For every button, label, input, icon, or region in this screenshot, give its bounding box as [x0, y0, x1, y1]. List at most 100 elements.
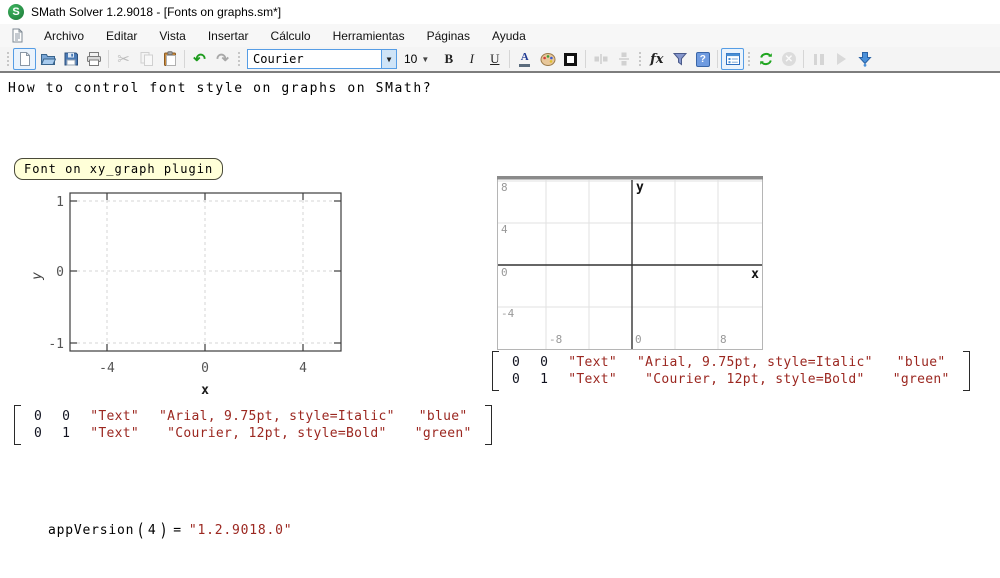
graph-2d-region[interactable]: 8 4 0 -4 -8 0 8 y x	[497, 176, 763, 350]
font-family-value: Courier	[253, 52, 304, 66]
copy-button[interactable]	[135, 48, 158, 70]
italic-button[interactable]: I	[460, 48, 483, 70]
document-icon	[10, 28, 25, 43]
funnel-icon	[672, 51, 688, 67]
left-plot-ylabel: y	[30, 272, 45, 281]
right-plot-ytick: 0	[501, 266, 508, 279]
color-bar	[519, 64, 530, 67]
matrix-row: 0 0 "Text" "Arial, 9.75pt, style=Italic"…	[502, 354, 960, 371]
toolbar: ✂ ↶ ↷ Courier ▼ 10	[0, 47, 1000, 73]
step-down-arrow-icon	[857, 51, 873, 67]
menu-insertar[interactable]: Insertar	[197, 26, 260, 46]
right-plot-xtick: 0	[635, 333, 642, 346]
left-plot-ytick: 1	[56, 195, 64, 210]
underline-button[interactable]: U	[483, 48, 506, 70]
equals-sign: =	[173, 523, 182, 538]
stop-button[interactable]: ✕	[777, 48, 800, 70]
left-plot-xtick: 0	[201, 361, 209, 376]
open-button[interactable]	[36, 48, 59, 70]
refresh-icon	[758, 51, 774, 67]
options-dialog-button[interactable]	[721, 48, 744, 70]
chevron-down-icon[interactable]: ▼	[381, 50, 396, 68]
menu-herramientas[interactable]: Herramientas	[322, 26, 416, 46]
right-plot-xtick: -8	[549, 333, 562, 346]
right-plot-xtick: 8	[720, 333, 727, 346]
dialog-icon	[725, 51, 741, 67]
toolbar-separator	[717, 50, 718, 68]
window-title: SMath Solver 1.2.9018 - [Fonts on graphs…	[31, 5, 281, 19]
insert-function-button[interactable]: fx	[645, 48, 668, 70]
toolbar-separator	[509, 50, 510, 68]
stop-icon: ✕	[782, 52, 796, 66]
border-button[interactable]	[559, 48, 582, 70]
chevron-down-icon[interactable]: ▼	[421, 55, 429, 64]
right-plot-ytick: 4	[501, 223, 508, 236]
left-plot-xlabel: x	[201, 383, 209, 398]
filter-button[interactable]	[668, 48, 691, 70]
font-matrix-right[interactable]: 0 0 "Text" "Arial, 9.75pt, style=Italic"…	[492, 351, 970, 391]
menu-ayuda[interactable]: Ayuda	[481, 26, 537, 46]
font-color-button[interactable]: A	[513, 48, 536, 70]
align-vertical-button[interactable]	[612, 48, 635, 70]
menu-archivo[interactable]: Archivo	[33, 26, 95, 46]
right-plot-ytick: -4	[501, 307, 515, 320]
units-help-button[interactable]: ?	[691, 48, 714, 70]
matrix-row: 0 0 "Text" "Arial, 9.75pt, style=Italic"…	[24, 408, 482, 425]
label-box[interactable]: Font on xy_graph plugin	[14, 158, 223, 180]
paste-button[interactable]	[158, 48, 181, 70]
smath-window: S SMath Solver 1.2.9018 - [Fonts on grap…	[0, 0, 1000, 578]
bold-button[interactable]: B	[437, 48, 460, 70]
toolbar-grip	[237, 51, 241, 67]
toolbar-grip	[638, 51, 642, 67]
font-size-select[interactable]: 10 ▼	[400, 52, 433, 66]
menu-bar: Archivo Editar Vista Insertar Cálculo He…	[0, 24, 1000, 47]
save-button[interactable]	[59, 48, 82, 70]
cut-button[interactable]: ✂	[112, 48, 135, 70]
align-vertical-icon	[616, 51, 632, 67]
left-plot-xtick: 4	[299, 361, 307, 376]
function-arg: 4	[148, 523, 157, 538]
pause-button[interactable]	[807, 48, 830, 70]
right-plot-ytick: 8	[501, 181, 508, 194]
pause-icon	[814, 54, 824, 65]
help-book-icon: ?	[696, 52, 710, 67]
smath-logo-icon: S	[8, 4, 24, 20]
menu-editar[interactable]: Editar	[95, 26, 148, 46]
matrix-row: 0 1 "Text" "Courier, 12pt, style=Bold" "…	[502, 371, 960, 388]
heading-text[interactable]: How to control font style on graphs on S…	[8, 81, 432, 96]
play-icon	[837, 53, 846, 65]
toolbar-grip	[747, 51, 751, 67]
background-color-button[interactable]	[536, 48, 559, 70]
left-plot-ytick: 0	[56, 265, 64, 280]
step-button[interactable]	[853, 48, 876, 70]
version-value: "1.2.9018.0"	[189, 523, 293, 538]
toolbar-separator	[108, 50, 109, 68]
toolbar-grip	[6, 51, 10, 67]
worksheet[interactable]: How to control font style on graphs on S…	[0, 75, 1000, 578]
redo-button[interactable]: ↷	[211, 48, 234, 70]
function-name: appVersion	[48, 523, 134, 538]
left-plot-ytick: -1	[48, 337, 64, 352]
app-version-expression[interactable]: appVersion(4)="1.2.9018.0"	[48, 520, 292, 541]
toolbar-separator	[585, 50, 586, 68]
toolbar-separator	[184, 50, 185, 68]
recalculate-button[interactable]	[754, 48, 777, 70]
align-horizontal-button[interactable]	[589, 48, 612, 70]
right-plot-xlabel: x	[751, 267, 759, 282]
font-family-select[interactable]: Courier ▼	[247, 49, 397, 69]
matrix-row: 0 1 "Text" "Courier, 12pt, style=Bold" "…	[24, 425, 482, 442]
align-horizontal-icon	[593, 51, 609, 67]
play-button[interactable]	[830, 48, 853, 70]
menu-vista[interactable]: Vista	[148, 26, 196, 46]
font-matrix-left[interactable]: 0 0 "Text" "Arial, 9.75pt, style=Italic"…	[14, 405, 492, 445]
menu-calculo[interactable]: Cálculo	[260, 26, 322, 46]
print-button[interactable]	[82, 48, 105, 70]
border-icon	[564, 53, 577, 66]
menu-paginas[interactable]: Páginas	[416, 26, 481, 46]
toolbar-separator	[803, 50, 804, 68]
undo-button[interactable]: ↶	[188, 48, 211, 70]
xy-graph-plot[interactable]: 1 0 -1 -4 0 4 y x	[28, 190, 358, 402]
font-size-value: 10	[404, 52, 417, 66]
new-button[interactable]	[13, 48, 36, 70]
open-paren: (	[137, 520, 146, 541]
